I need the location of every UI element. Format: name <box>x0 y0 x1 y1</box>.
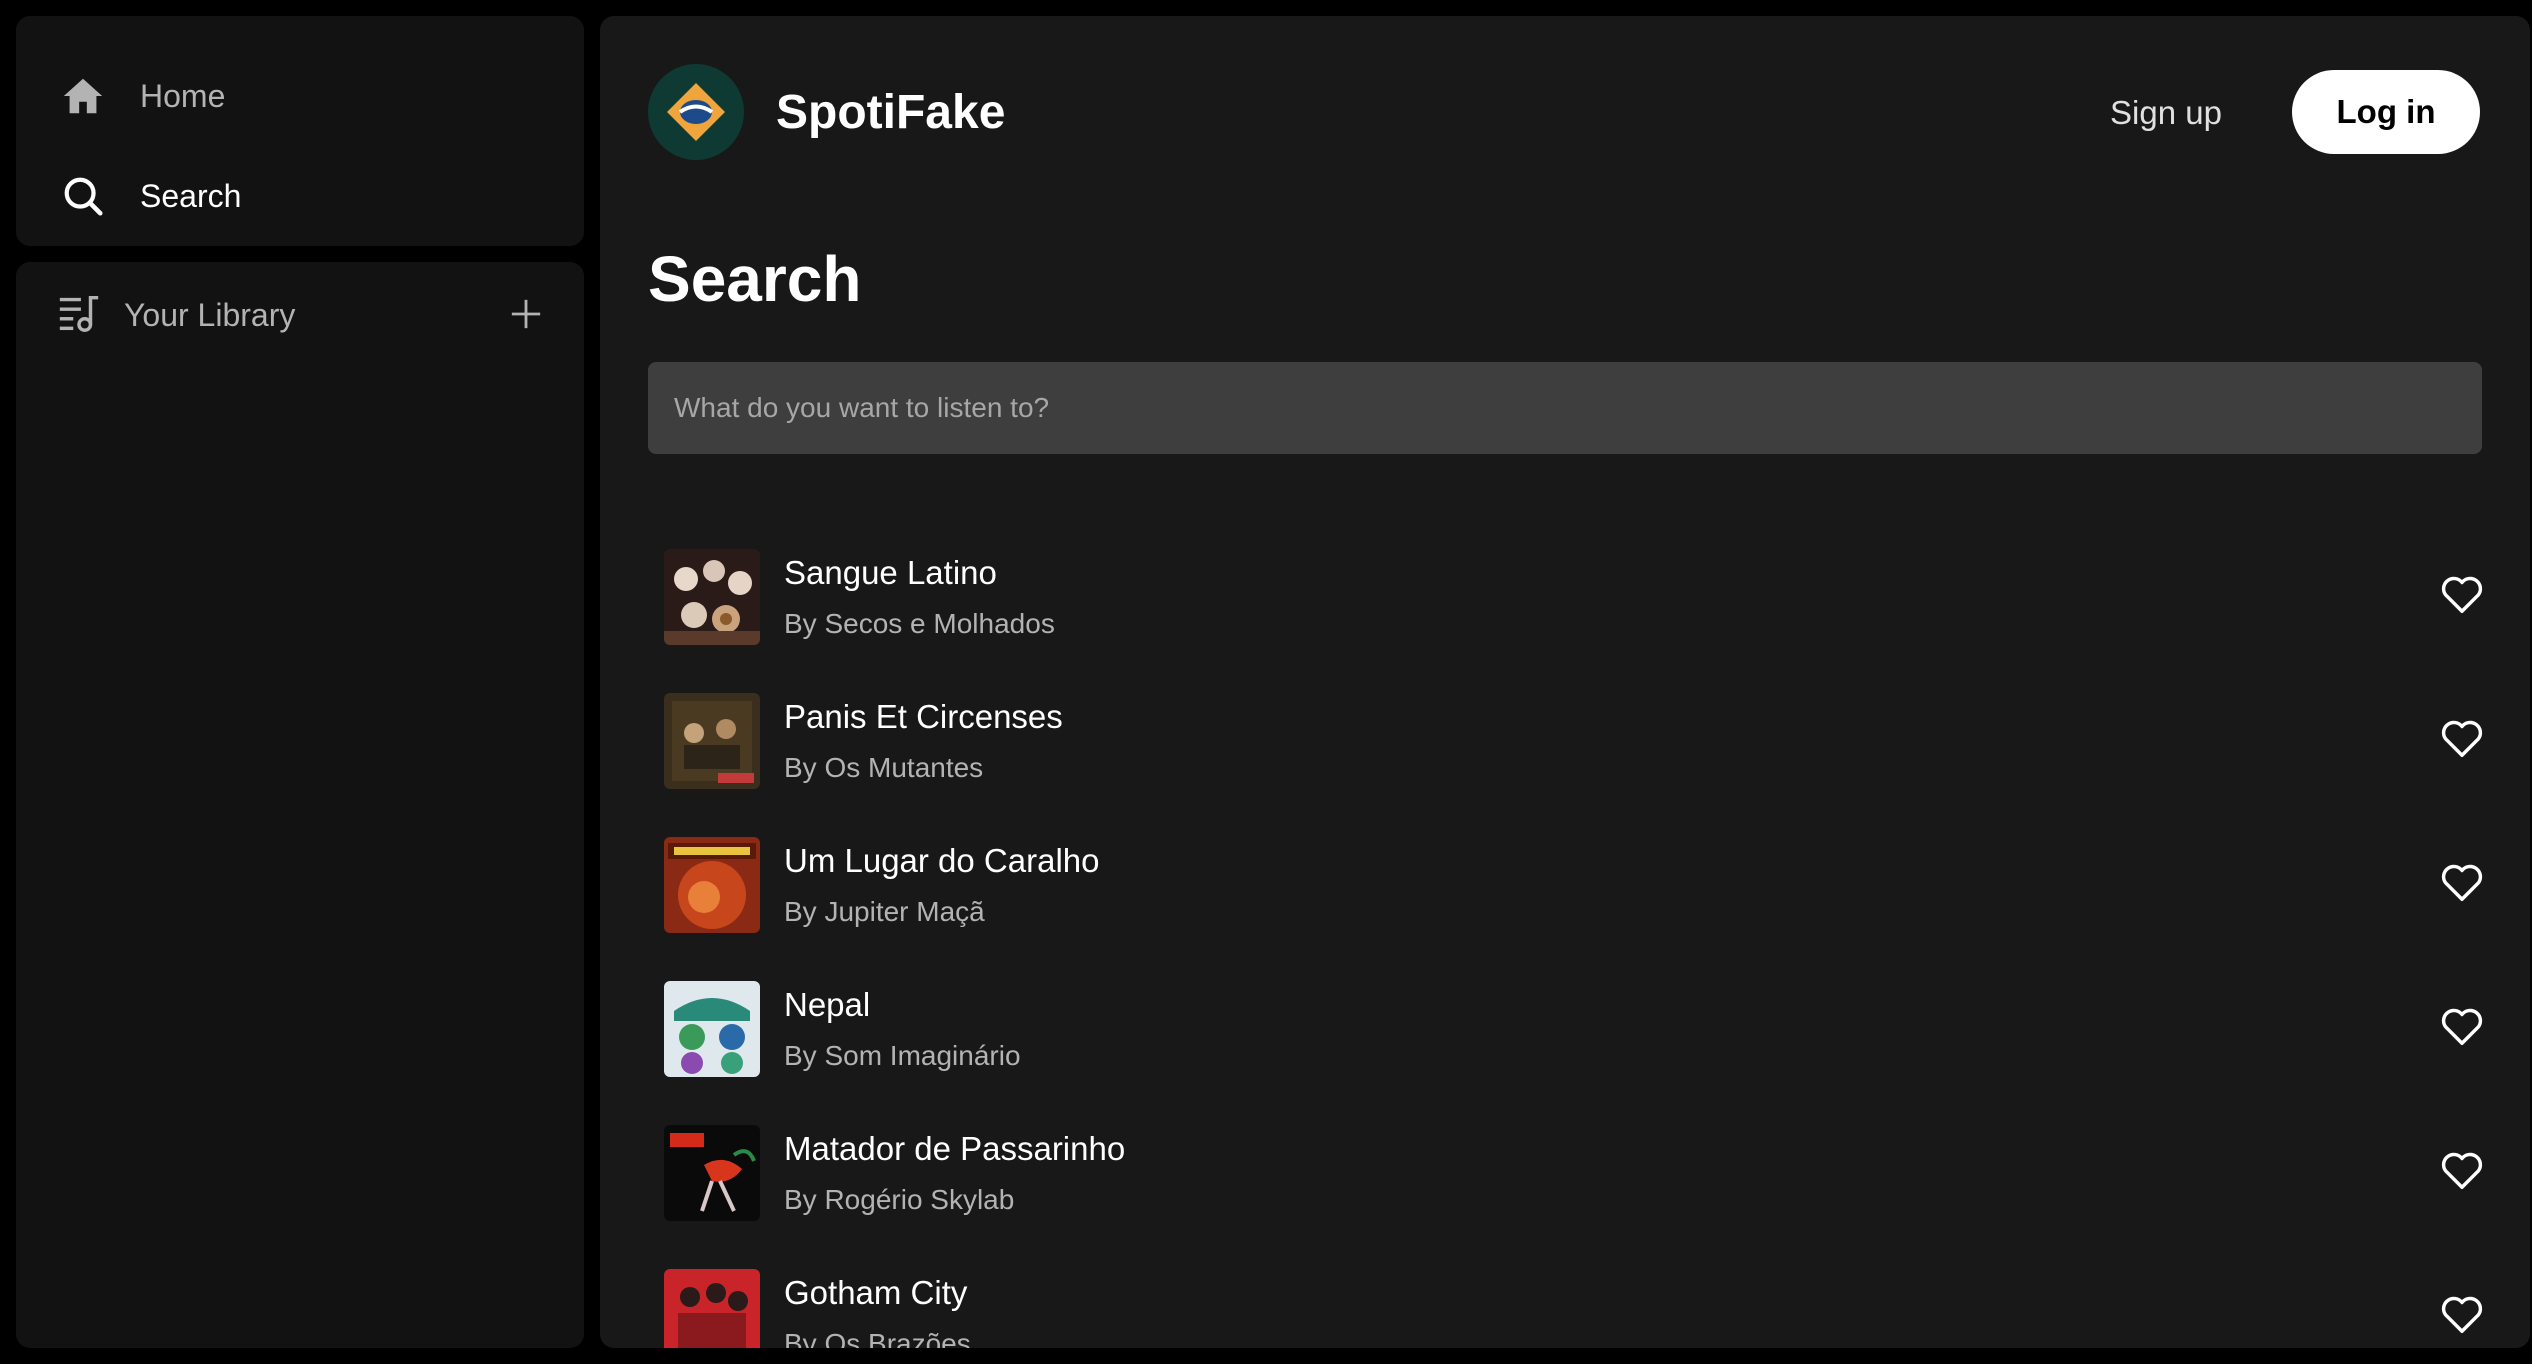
app-window: Home Search Your Library SpotiFake Sign … <box>0 0 2532 1364</box>
sidebar-nav: Home Search <box>16 16 584 246</box>
like-button[interactable] <box>2436 570 2488 622</box>
list-item[interactable]: Matador de Passarinho By Rogério Skylab <box>664 1108 2488 1252</box>
track-title: Um Lugar do Caralho <box>784 842 1100 879</box>
sidebar-item-search[interactable]: Search <box>58 166 241 226</box>
main-content: SpotiFake Sign up Log in Search What do … <box>600 16 2530 1348</box>
heart-icon <box>2439 1147 2485 1198</box>
track-artist: By Jupiter Maçã <box>784 896 985 927</box>
heart-icon <box>2439 859 2485 910</box>
log-in-button[interactable]: Log in <box>2292 70 2480 154</box>
search-input[interactable] <box>648 362 2482 454</box>
track-title: Nepal <box>784 986 871 1023</box>
list-item[interactable]: Sangue Latino By Secos e Molhados <box>664 532 2488 676</box>
list-item[interactable]: Gotham City By Os Brazões <box>664 1252 2488 1348</box>
heart-icon <box>2439 715 2485 766</box>
heart-icon <box>2439 571 2485 622</box>
sign-up-button[interactable]: Sign up <box>2110 86 2222 140</box>
track-artist: By Os Mutantes <box>784 752 984 783</box>
like-button[interactable] <box>2436 858 2488 910</box>
album-cover <box>664 549 760 645</box>
track-title: Gotham City <box>784 1274 968 1311</box>
brand[interactable]: SpotiFake <box>648 64 1005 160</box>
track-title: Matador de Passarinho <box>784 1130 1126 1167</box>
sidebar-item-label: Home <box>140 77 226 114</box>
list-item[interactable]: Nepal By Som Imaginário <box>664 964 2488 1108</box>
sidebar-item-label: Search <box>140 177 242 214</box>
album-cover <box>664 1269 760 1348</box>
album-cover <box>664 693 760 789</box>
album-cover <box>664 837 760 933</box>
library-icon <box>56 290 102 341</box>
like-button[interactable] <box>2436 1146 2488 1198</box>
sidebar-item-home[interactable]: Home <box>58 66 225 126</box>
brand-name: SpotiFake <box>776 85 1006 139</box>
list-item[interactable]: Um Lugar do Caralho By Jupiter Maçã <box>664 820 2488 964</box>
plus-icon <box>509 297 543 336</box>
home-icon <box>58 71 108 121</box>
like-button[interactable] <box>2436 1290 2488 1342</box>
track-title: Panis Et Circenses <box>784 698 1063 735</box>
track-artist: By Som Imaginário <box>784 1040 1021 1071</box>
results-list: Sangue Latino By Secos e Molhados Panis … <box>664 532 2488 1348</box>
album-cover <box>664 981 760 1077</box>
heart-icon <box>2439 1003 2485 1054</box>
search-icon <box>58 171 108 221</box>
page-title: Search <box>648 243 862 315</box>
your-library-button[interactable]: Your Library <box>56 290 295 341</box>
your-library-label: Your Library <box>124 297 296 333</box>
track-title: Sangue Latino <box>784 554 997 591</box>
track-artist: By Rogério Skylab <box>784 1184 1015 1215</box>
logo-icon <box>648 64 744 160</box>
like-button[interactable] <box>2436 1002 2488 1054</box>
heart-icon <box>2439 1291 2485 1342</box>
list-item[interactable]: Panis Et Circenses By Os Mutantes <box>664 676 2488 820</box>
create-playlist-button[interactable] <box>506 296 546 336</box>
track-artist: By Os Brazões <box>784 1328 971 1348</box>
library-panel: Your Library <box>16 262 584 1348</box>
track-artist: By Secos e Molhados <box>784 608 1055 639</box>
album-cover <box>664 1125 760 1221</box>
like-button[interactable] <box>2436 714 2488 766</box>
